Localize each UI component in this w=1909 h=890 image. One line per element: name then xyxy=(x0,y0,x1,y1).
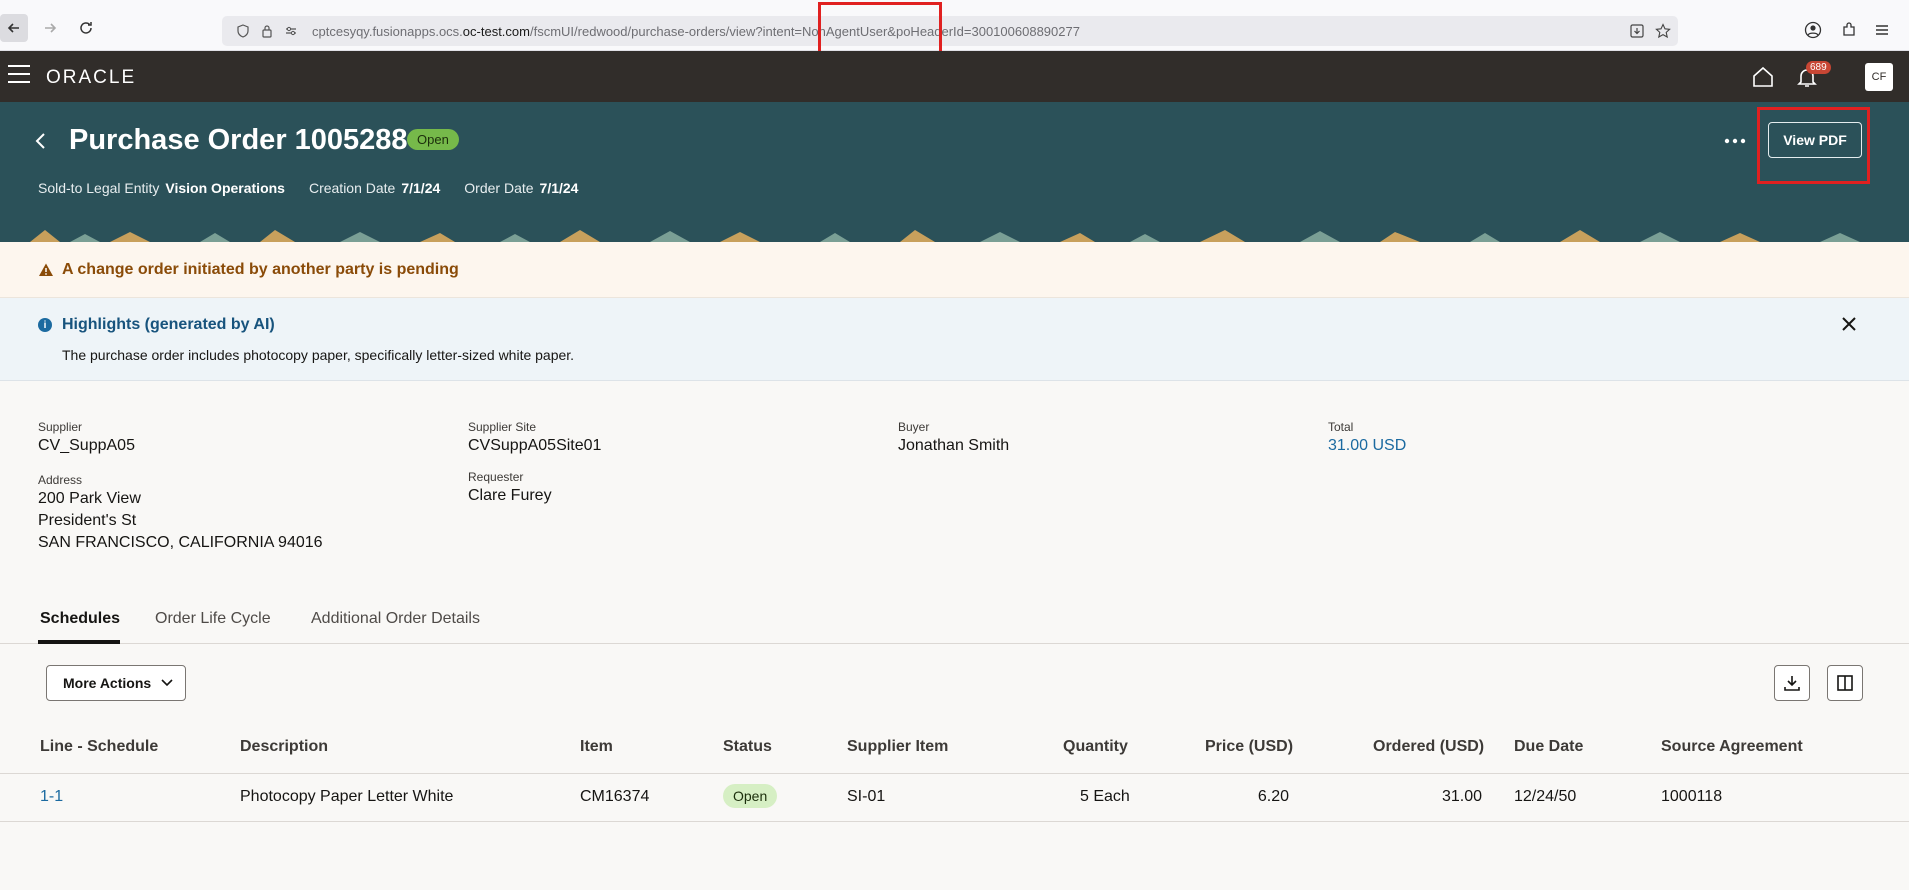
meta-creation-date: Creation Date 7/1/24 xyxy=(308,180,441,196)
page-header: Purchase Order 1005288 Open Sold-to Lega… xyxy=(0,102,1909,242)
ai-highlights-title: Highlights (generated by AI) xyxy=(62,316,275,333)
forward-arrow-icon[interactable] xyxy=(36,14,64,42)
ordered-cell: 31.00 xyxy=(1441,788,1482,805)
address-field: Address 200 Park View President's St SAN… xyxy=(38,473,323,551)
menu-icon[interactable] xyxy=(1872,20,1892,40)
banner-decoration xyxy=(0,230,1909,242)
column-header-item[interactable]: Item xyxy=(580,738,613,756)
column-header-supplier-item[interactable]: Supplier Item xyxy=(847,738,948,756)
quantity-cell: 5 Each xyxy=(1080,788,1130,805)
price-cell: 6.20 xyxy=(1257,788,1289,805)
back-arrow-icon[interactable] xyxy=(0,14,28,42)
bookmark-star-icon[interactable] xyxy=(1654,22,1672,40)
warning-banner: A change order initiated by another part… xyxy=(0,242,1909,298)
account-icon[interactable] xyxy=(1803,20,1823,40)
table-row[interactable]: 1-1 Photocopy Paper Letter White CM16374… xyxy=(0,774,1909,822)
column-header-line-schedule[interactable]: Line - Schedule xyxy=(40,738,158,756)
description-cell: Photocopy Paper Letter White xyxy=(240,788,454,805)
more-actions-button[interactable]: More Actions xyxy=(46,665,186,701)
column-header-price[interactable]: Price (USD) xyxy=(1205,738,1293,756)
close-icon[interactable] xyxy=(1840,312,1858,340)
annotation-highlight-view-pdf xyxy=(1757,107,1870,184)
header-meta: Sold-to Legal Entity Vision Operations Cr… xyxy=(38,180,602,196)
column-header-status[interactable]: Status xyxy=(723,738,772,756)
home-icon[interactable] xyxy=(1751,65,1775,89)
source-agreement-cell: 1000118 xyxy=(1661,788,1723,805)
column-header-source-agreement[interactable]: Source Agreement xyxy=(1661,738,1803,756)
chevron-down-icon xyxy=(161,676,173,690)
download-icon[interactable] xyxy=(1774,665,1810,701)
ai-highlights-panel: i Highlights (generated by AI) The purch… xyxy=(0,298,1909,381)
supplier-item-cell: SI-01 xyxy=(847,788,886,805)
supplier-field: Supplier CV_SuppA05 xyxy=(38,420,135,454)
tab-schedules[interactable]: Schedules xyxy=(40,610,120,628)
lock-icon[interactable] xyxy=(258,22,276,40)
ai-highlights-description: The purchase order includes photocopy pa… xyxy=(62,347,575,363)
user-avatar[interactable]: CF xyxy=(1865,63,1893,91)
supplier-site-field: Supplier Site CVSuppA05Site01 xyxy=(468,420,602,454)
shield-icon[interactable] xyxy=(234,22,252,40)
split-view-icon[interactable] xyxy=(1827,665,1863,701)
page-title: Purchase Order 1005288 xyxy=(69,124,408,156)
column-header-due-date[interactable]: Due Date xyxy=(1514,738,1583,756)
tab-additional-order-details[interactable]: Additional Order Details xyxy=(311,610,480,628)
back-chevron-icon[interactable] xyxy=(34,130,48,158)
column-header-description[interactable]: Description xyxy=(240,738,328,756)
notification-count-badge: 689 xyxy=(1806,61,1831,74)
tab-order-life-cycle[interactable]: Order Life Cycle xyxy=(155,610,271,628)
status-badge: Open xyxy=(723,784,778,808)
status-badge: Open xyxy=(407,129,459,150)
tab-bar: Schedules Order Life Cycle Additional Or… xyxy=(0,600,1909,644)
requester-field: Requester Clare Furey xyxy=(468,470,552,504)
order-details: Supplier CV_SuppA05 Address 200 Park Vie… xyxy=(38,420,1898,560)
buyer-field: Buyer Jonathan Smith xyxy=(898,420,1010,454)
annotation-highlight-url xyxy=(818,2,942,54)
column-header-quantity[interactable]: Quantity xyxy=(1063,738,1128,756)
total-field: Total 31.00 USD xyxy=(1328,420,1407,456)
item-cell: CM16374 xyxy=(580,788,650,805)
more-options-icon[interactable] xyxy=(1724,124,1746,150)
oracle-logo[interactable]: ORACLE xyxy=(46,67,136,89)
due-date-cell: 12/24/50 xyxy=(1514,788,1577,805)
total-link[interactable]: 31.00 USD xyxy=(1328,436,1406,456)
meta-sold-to: Sold-to Legal Entity Vision Operations xyxy=(38,180,285,196)
browser-toolbar: cptcesyqy.fusionapps.ocs.oc-test.com/fsc… xyxy=(0,0,1909,54)
reload-icon[interactable] xyxy=(72,14,100,42)
app-header-bar: ORACLE 689 CF xyxy=(0,51,1909,102)
permissions-icon[interactable] xyxy=(282,22,300,40)
warning-message: A change order initiated by another part… xyxy=(62,261,459,278)
url-text[interactable]: cptcesyqy.fusionapps.ocs.oc-test.com/fsc… xyxy=(312,24,1080,39)
schedules-table-header: Line - Schedule Description Item Status … xyxy=(0,718,1909,774)
warning-triangle-icon xyxy=(38,262,54,278)
url-bar[interactable]: cptcesyqy.fusionapps.ocs.oc-test.com/fsc… xyxy=(222,16,1678,46)
navigator-menu-icon[interactable] xyxy=(8,65,30,83)
active-tab-indicator xyxy=(38,640,120,644)
line-schedule-link[interactable]: 1-1 xyxy=(40,788,63,806)
save-to-pocket-icon[interactable] xyxy=(1628,22,1646,40)
extensions-icon[interactable] xyxy=(1839,20,1859,40)
meta-order-date: Order Date 7/1/24 xyxy=(464,180,579,196)
info-icon: i xyxy=(38,318,52,332)
column-header-ordered[interactable]: Ordered (USD) xyxy=(1373,738,1484,756)
